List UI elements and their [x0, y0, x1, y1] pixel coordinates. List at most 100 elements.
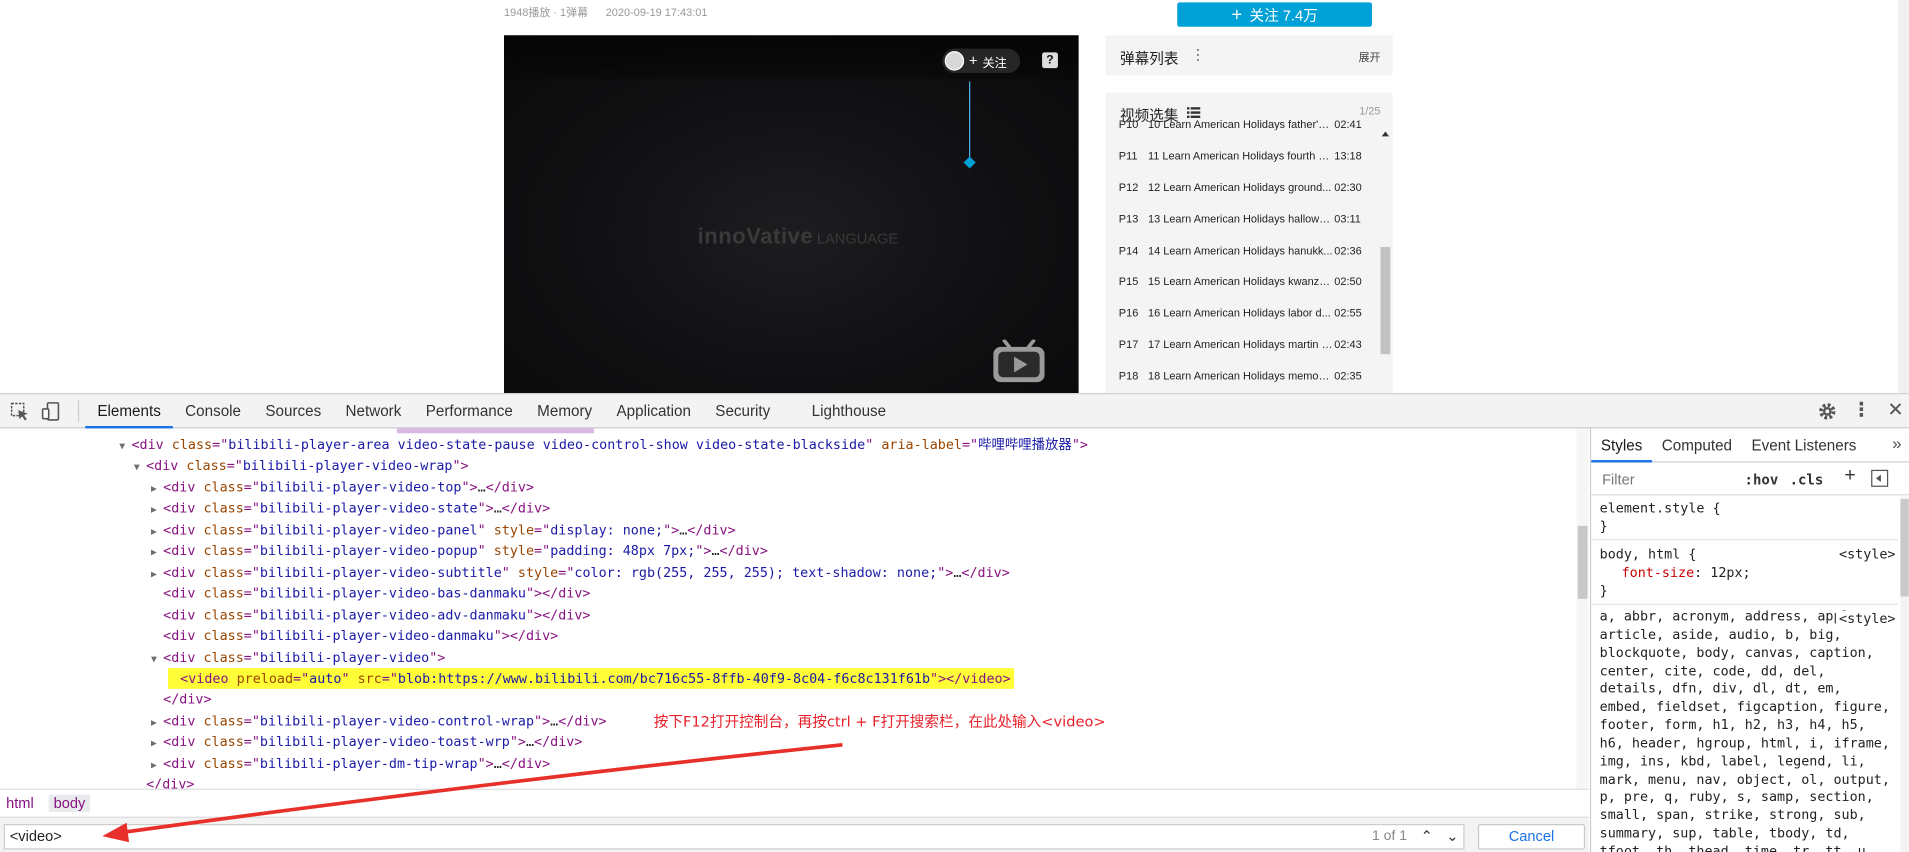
collapse-triangle-icon[interactable]: ▼ — [151, 648, 163, 669]
playlist-scrollbar[interactable] — [1380, 131, 1391, 391]
playlist-item[interactable]: P15 15 Learn American Holidays kwanza... 0… — [1105, 266, 1375, 298]
tab-application[interactable]: Application — [604, 394, 703, 428]
dom-token: blob:https://www.bilibili.com/bc716c55-8… — [397, 670, 931, 687]
danmaku-menu-icon[interactable]: ⋮ — [1191, 46, 1206, 63]
search-next-icon[interactable]: ⌄ — [1441, 825, 1463, 847]
dom-node[interactable]: ▶ <div class="bilibili-player-dm-tip-wrap… — [151, 753, 550, 774]
hover-state-toggle[interactable]: :hov — [1745, 471, 1779, 488]
dom-node[interactable]: ▶ <div class="bilibili-player-video-toast… — [151, 732, 582, 753]
tab-console[interactable]: Console — [173, 394, 253, 428]
more-tabs-icon[interactable]: » — [1892, 433, 1901, 452]
dom-node[interactable]: ▶ <div class="bilibili-player-video-top">… — [151, 477, 534, 498]
playlist-item[interactable]: P18 18 Learn American Holidays memori... 0… — [1105, 360, 1375, 392]
playlist-item[interactable]: P17 17 Learn American Holidays martin l..… — [1105, 329, 1375, 361]
elements-scrollbar[interactable] — [1576, 428, 1589, 789]
dom-token: <div — [163, 543, 204, 559]
dom-node[interactable]: ▼ <div class="bilibili-player-video"> — [151, 647, 445, 668]
styles-filter-input[interactable] — [1596, 468, 1733, 491]
expand-triangle-icon[interactable]: ▶ — [151, 499, 163, 520]
playlist-item[interactable]: P13 13 Learn American Holidays hallowe...… — [1105, 203, 1375, 235]
video-playlist-panel: 视频选集 1/25 P10 10 Learn American Holidays … — [1105, 92, 1393, 394]
expand-triangle-icon[interactable]: ▶ — [151, 754, 163, 775]
video-player[interactable]: + 关注 ? innoVative LANGUAGE — [504, 35, 1079, 394]
rule-source[interactable]: <style> — [1835, 610, 1896, 627]
expand-triangle-icon[interactable]: ▶ — [151, 521, 163, 542]
playlist-item[interactable]: P10 10 Learn American Holidays father's .… — [1105, 108, 1375, 140]
gear-icon[interactable] — [1818, 402, 1837, 421]
dom-node[interactable]: ▶ <div class="bilibili-player-video-contr… — [151, 711, 607, 732]
styles-tab-event-listeners[interactable]: Event Listeners — [1742, 428, 1866, 462]
close-icon[interactable]: ✕ — [1886, 400, 1905, 422]
elements-scrollbar-thumb[interactable] — [1577, 525, 1588, 599]
styles-scrollbar-thumb[interactable] — [1900, 499, 1909, 597]
timeline-marker-dot[interactable] — [963, 156, 976, 169]
tab-memory[interactable]: Memory — [525, 394, 604, 428]
rule-declaration[interactable]: font-size: 12px; — [1622, 565, 1751, 581]
more-options-icon[interactable]: ⋮ — [1852, 400, 1871, 422]
dom-node[interactable]: </div> — [134, 774, 194, 789]
dom-token: "> — [477, 755, 494, 772]
tab-sources[interactable]: Sources — [253, 394, 333, 428]
body-html-rule[interactable]: body, html { <style> font-size: 12px; } — [1591, 542, 1898, 605]
page-scrollbar[interactable] — [1897, 0, 1909, 394]
dom-node[interactable]: </div> — [151, 689, 211, 710]
inspect-element-icon[interactable] — [10, 402, 29, 421]
tab-security[interactable]: Security — [703, 394, 782, 428]
styles-tab-computed[interactable]: Computed — [1652, 428, 1742, 462]
dom-token: =" — [243, 479, 260, 496]
expand-triangle-icon[interactable]: ▶ — [151, 733, 163, 754]
playlist-item[interactable]: P11 11 Learn American Holidays fourth of.… — [1105, 140, 1375, 172]
dom-node[interactable]: ▼ <div class="bilibili-player-area video-… — [119, 435, 1088, 456]
playlist-scrollbar-thumb[interactable] — [1380, 247, 1391, 355]
dom-node[interactable]: ▶ <div class="bilibili-player-video-state… — [151, 498, 550, 519]
reset-rule[interactable]: <style> a, abbr, acronym, address, apple… — [1591, 606, 1898, 852]
playlist-item[interactable]: P16 16 Learn American Holidays labor d...… — [1105, 297, 1375, 329]
dom-node[interactable]: ▶ <div class="bilibili-player-video-panel… — [151, 519, 736, 540]
breadcrumb-body[interactable]: body — [48, 794, 91, 812]
styles-scrollbar[interactable] — [1900, 496, 1909, 852]
toggle-sidebar-icon[interactable] — [1871, 469, 1889, 487]
rule-source[interactable]: <style> — [1839, 546, 1895, 562]
search-previous-icon[interactable]: ⌃ — [1416, 825, 1438, 847]
dom-node-video-match[interactable]: <video preload="auto" src="blob:https://… — [168, 668, 1015, 689]
scroll-up-icon[interactable] — [1381, 131, 1390, 137]
video-publish-date: 2020-09-19 17:43:01 — [605, 6, 708, 19]
playlist-item[interactable]: P12 12 Learn American Holidays ground... 0… — [1105, 171, 1375, 203]
element-style-rule[interactable]: element.style { } — [1591, 497, 1898, 541]
dom-token: "> — [429, 649, 446, 666]
dom-token: =" — [243, 628, 260, 644]
dom-token: <div — [163, 755, 204, 772]
tab-elements[interactable]: Elements — [85, 394, 174, 429]
search-input[interactable]: <video> — [3, 823, 1465, 850]
report-icon[interactable]: ? — [1042, 52, 1058, 69]
danmaku-expand-button[interactable]: 展开 — [1359, 49, 1381, 65]
class-toggle[interactable]: .cls — [1790, 471, 1824, 488]
tab-lighthouse[interactable]: Lighthouse — [799, 394, 898, 428]
expand-triangle-icon[interactable]: ▶ — [151, 542, 163, 563]
search-cancel-button[interactable]: Cancel — [1477, 823, 1586, 850]
dom-node[interactable]: <div class="bilibili-player-video-adv-da… — [151, 604, 591, 625]
dom-token: class — [186, 458, 227, 474]
collapse-triangle-icon[interactable]: ▼ — [134, 457, 146, 478]
collapse-triangle-icon[interactable]: ▼ — [119, 436, 131, 457]
device-toolbar-icon[interactable] — [41, 402, 60, 421]
dom-node[interactable]: <div class="bilibili-player-video-bas-da… — [151, 583, 591, 604]
dom-token: display: none; — [550, 521, 664, 538]
tab-network[interactable]: Network — [333, 394, 413, 428]
dom-node[interactable]: ▼ <div class="bilibili-player-video-wrap"… — [134, 456, 469, 477]
breadcrumb-html[interactable]: html — [6, 795, 34, 812]
dom-node[interactable]: ▶ <div class="bilibili-player-video-subti… — [151, 562, 1010, 583]
expand-triangle-icon[interactable]: ▶ — [151, 478, 163, 499]
new-rule-button[interactable]: + — [1844, 465, 1855, 487]
playlist-item[interactable]: P14 14 Learn American Holidays hanukk... 0… — [1105, 234, 1375, 266]
play-icon[interactable] — [992, 339, 1046, 384]
styles-tab-styles[interactable]: Styles — [1591, 428, 1653, 463]
elements-dom-tree[interactable]: ▼ <div class="bilibili-player-area video-… — [0, 428, 1589, 789]
dom-node[interactable]: <div class="bilibili-player-video-danmak… — [151, 626, 558, 647]
dom-node[interactable]: ▶ <div class="bilibili-player-video-popup… — [151, 541, 768, 562]
expand-triangle-icon[interactable]: ▶ — [151, 712, 163, 733]
expand-triangle-icon[interactable]: ▶ — [151, 563, 163, 584]
uploader-follow-pill[interactable]: + 关注 — [942, 48, 1021, 74]
tab-performance[interactable]: Performance — [414, 394, 525, 428]
follow-button[interactable]: + 关注 7.4万 — [1177, 2, 1373, 27]
